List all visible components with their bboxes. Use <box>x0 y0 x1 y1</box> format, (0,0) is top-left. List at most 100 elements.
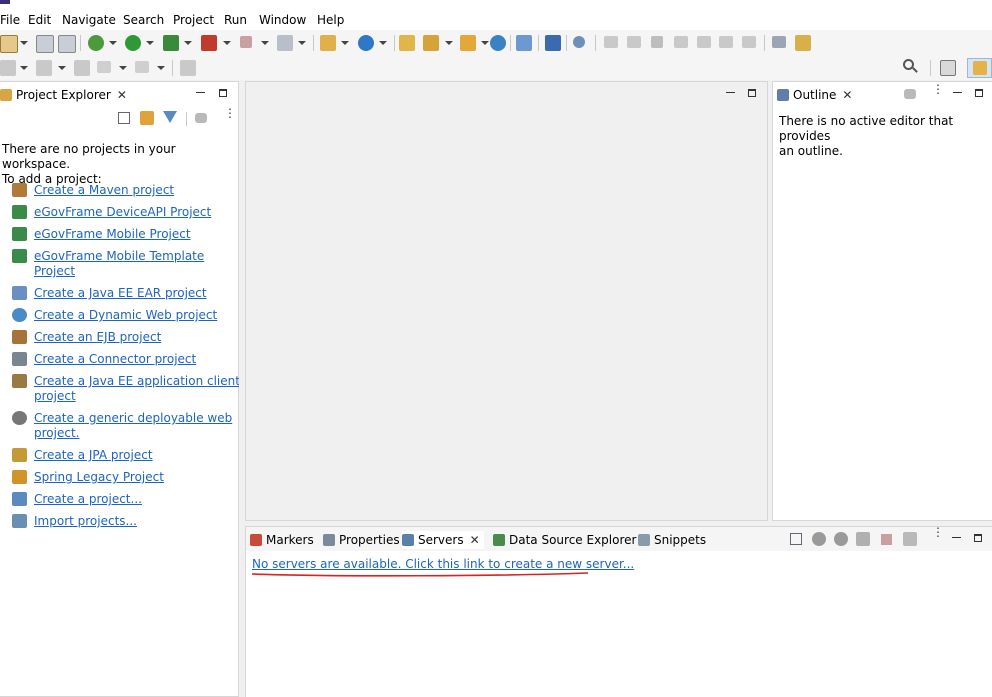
menu-file[interactable]: File <box>0 12 20 28</box>
globe-icon[interactable] <box>490 35 506 51</box>
link-with-editor-icon[interactable] <box>140 111 154 125</box>
minimize-icon[interactable] <box>726 92 735 93</box>
disconnect-icon[interactable] <box>674 36 688 48</box>
menu-search[interactable]: Search <box>123 12 164 28</box>
suspend-icon[interactable] <box>627 36 641 48</box>
debug-server-icon[interactable] <box>812 532 826 546</box>
link-label[interactable]: Spring Legacy Project <box>34 470 164 485</box>
link-label[interactable]: Create a project... <box>34 492 142 507</box>
step-into-icon[interactable] <box>697 36 711 48</box>
server-run-icon[interactable] <box>201 35 217 51</box>
server-run-dropdown-icon[interactable] <box>223 41 231 45</box>
new-java-project-dropdown-icon[interactable] <box>341 41 349 45</box>
new-java-class-icon[interactable] <box>358 35 374 51</box>
sync-icon[interactable] <box>904 89 916 99</box>
close-icon[interactable]: ✕ <box>470 531 480 549</box>
new-java-project-icon[interactable] <box>320 35 336 51</box>
maximize-icon[interactable] <box>219 89 227 97</box>
link-label[interactable]: Create a Java EE application client proj… <box>34 374 240 404</box>
link-label[interactable]: eGovFrame DeviceAPI Project <box>34 205 211 220</box>
debug-dropdown-icon[interactable] <box>109 41 117 45</box>
java-ee-perspective-button[interactable] <box>967 58 992 78</box>
menu-run[interactable]: Run <box>224 12 247 28</box>
tab-properties[interactable]: Properties <box>323 531 400 549</box>
tab-outline[interactable]: Outline ✕ <box>777 86 853 104</box>
collapse-all-icon[interactable] <box>790 533 802 545</box>
link-label[interactable]: eGovFrame Mobile Template Project <box>34 249 204 279</box>
back-dropdown-icon[interactable] <box>119 66 127 70</box>
profile-server-icon[interactable] <box>856 532 870 546</box>
close-icon[interactable]: ✕ <box>842 86 852 104</box>
collapse-all-icon[interactable] <box>118 112 130 124</box>
view-menu-icon[interactable]: ⋮ <box>224 107 236 119</box>
drop-to-frame-icon[interactable] <box>772 36 786 48</box>
link-label[interactable]: Create an EJB project <box>34 330 161 345</box>
close-icon[interactable]: ✕ <box>117 86 127 104</box>
deploy-dropdown-icon[interactable] <box>298 41 306 45</box>
tab-project-explorer[interactable]: Project Explorer ✕ <box>0 86 127 104</box>
save-icon[interactable] <box>36 35 54 53</box>
forward-icon[interactable] <box>135 61 149 73</box>
link-label[interactable]: Create a Connector project <box>34 352 196 367</box>
step-over-icon[interactable] <box>719 36 733 48</box>
link-label[interactable]: Create a JPA project <box>34 448 153 463</box>
deploy-icon[interactable] <box>277 35 293 51</box>
previous-annotation-icon[interactable] <box>36 60 52 76</box>
step-return-icon[interactable] <box>742 36 756 48</box>
last-edit-location-icon[interactable] <box>74 60 90 76</box>
open-task-icon[interactable] <box>423 35 439 51</box>
link-label[interactable]: Create a generic deployable web project. <box>34 411 232 441</box>
open-folder-dropdown-icon[interactable] <box>481 41 489 45</box>
view-menu-icon[interactable]: ⋮ <box>932 526 944 538</box>
new-java-class-dropdown-icon[interactable] <box>379 41 387 45</box>
new-dropdown-icon[interactable] <box>20 41 28 45</box>
minimize-icon[interactable] <box>952 537 961 538</box>
link-label[interactable]: Create a Dynamic Web project <box>34 308 217 323</box>
next-annotation-dropdown-icon[interactable] <box>20 66 28 70</box>
tab-servers[interactable]: Servers ✕ <box>402 531 484 549</box>
skip-breakpoints-icon[interactable] <box>573 36 585 48</box>
maximize-icon[interactable] <box>974 534 982 542</box>
link-label[interactable]: eGovFrame Mobile Project <box>34 227 191 242</box>
open-type-icon[interactable] <box>399 35 415 51</box>
filter-icon[interactable] <box>163 111 177 123</box>
link-label[interactable]: Create a Java EE EAR project <box>34 286 207 301</box>
forward-dropdown-icon[interactable] <box>157 66 165 70</box>
previous-annotation-dropdown-icon[interactable] <box>58 66 66 70</box>
maximize-icon[interactable] <box>748 89 756 97</box>
save-all-icon[interactable] <box>58 35 76 53</box>
menu-navigate[interactable]: Navigate <box>62 12 116 28</box>
tab-snippets[interactable]: Snippets <box>638 531 706 549</box>
create-new-server-link[interactable]: No servers are available. Click this lin… <box>252 557 634 571</box>
use-step-filters-icon[interactable] <box>795 35 811 51</box>
menu-help[interactable]: Help <box>317 12 344 28</box>
stop-icon[interactable] <box>240 36 252 48</box>
pin-editor-icon[interactable] <box>180 60 196 76</box>
sync-icon[interactable] <box>195 113 207 123</box>
link-label[interactable]: Import projects... <box>34 514 137 529</box>
open-folder-icon[interactable] <box>460 35 476 51</box>
back-icon[interactable] <box>97 61 111 73</box>
minimize-icon[interactable] <box>953 92 962 93</box>
run-external-icon[interactable] <box>163 35 179 51</box>
run-dropdown-icon[interactable] <box>146 41 154 45</box>
run-external-dropdown-icon[interactable] <box>184 41 192 45</box>
run-icon[interactable] <box>125 35 141 51</box>
search-web-icon[interactable] <box>516 35 532 51</box>
start-server-icon[interactable] <box>834 532 848 546</box>
next-annotation-icon[interactable] <box>0 60 16 76</box>
new-icon[interactable] <box>0 35 18 53</box>
tab-data-source-explorer[interactable]: Data Source Explorer <box>493 531 636 549</box>
resume-icon[interactable] <box>604 36 618 48</box>
link-label[interactable]: Create a Maven project <box>34 183 174 198</box>
publish-icon[interactable] <box>903 532 917 546</box>
stop-dropdown-icon[interactable] <box>261 41 269 45</box>
maximize-icon[interactable] <box>975 89 983 97</box>
terminate-icon[interactable] <box>651 36 663 48</box>
menu-window[interactable]: Window <box>259 12 306 28</box>
menu-edit[interactable]: Edit <box>28 12 51 28</box>
menu-project[interactable]: Project <box>173 12 214 28</box>
open-task-dropdown-icon[interactable] <box>445 41 453 45</box>
debug-icon[interactable] <box>88 35 104 51</box>
tab-markers[interactable]: Markers <box>250 531 314 549</box>
